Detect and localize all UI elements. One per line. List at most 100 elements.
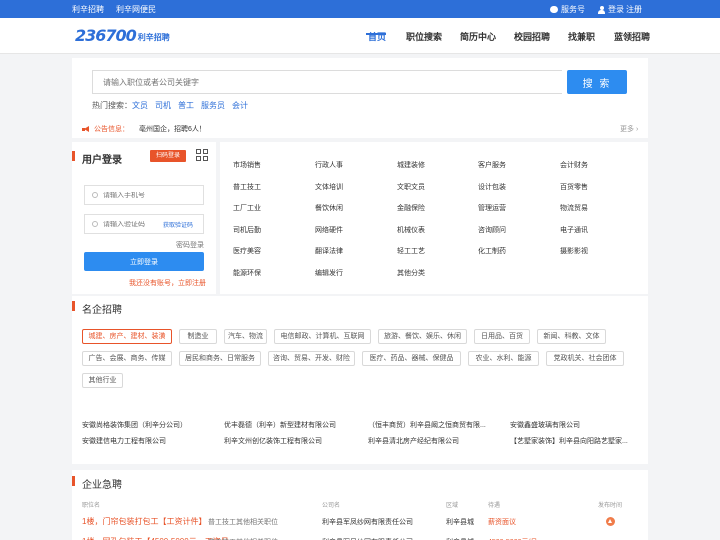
category-item[interactable]: 文体培训	[315, 182, 343, 192]
category-item[interactable]: 管理运营	[478, 203, 506, 213]
logo-text: 利辛招聘	[137, 33, 170, 42]
hot-keyword[interactable]: 会计	[232, 100, 248, 111]
category-item[interactable]: 会计财务	[560, 160, 588, 170]
hot-keyword[interactable]: 司机	[155, 100, 171, 111]
notice-text[interactable]: 亳州国企，招聘6人！	[139, 124, 206, 134]
hot-keyword[interactable]: 普工	[178, 100, 194, 111]
category-item[interactable]: 工厂工业	[233, 203, 261, 213]
nav-active-underline	[366, 33, 386, 35]
category-item[interactable]: 其他分类	[397, 268, 425, 278]
category-item[interactable]: 行政人事	[315, 160, 343, 170]
nav-home[interactable]: 首页	[368, 30, 386, 43]
search-input[interactable]	[92, 70, 562, 94]
phone-field[interactable]	[84, 185, 204, 205]
company-link[interactable]: 【艺墅家装饰】利辛县向阳路艺墅家...	[510, 436, 628, 446]
category-item[interactable]: 司机后勤	[233, 225, 261, 235]
industry-tag[interactable]: 旅游、餐饮、娱乐、休闲	[378, 329, 467, 344]
category-item[interactable]: 化工制药	[478, 246, 506, 256]
scan-login-button[interactable]: 扫码登录	[150, 150, 186, 162]
industry-tag[interactable]: 其他行业	[82, 373, 123, 388]
category-item[interactable]: 文职文员	[397, 182, 425, 192]
industry-tag[interactable]: 广告、会展、商务、传媒	[82, 351, 172, 366]
category-item[interactable]: 金融保险	[397, 203, 425, 213]
category-item[interactable]: 物流贸易	[560, 203, 588, 213]
service-account-link[interactable]: 服务号	[550, 4, 585, 15]
category-item[interactable]: 普工技工	[233, 182, 261, 192]
industry-tag[interactable]: 电信邮政、计算机、互联网	[274, 329, 371, 344]
login-label: 登录	[608, 5, 624, 14]
category-item[interactable]: 电子通讯	[560, 225, 588, 235]
industry-tag[interactable]: 城建、房产、建材、装潢	[82, 329, 172, 344]
category-item[interactable]: 百货零售	[560, 182, 588, 192]
speaker-icon	[82, 125, 90, 133]
category-item[interactable]: 咨询顾问	[478, 225, 506, 235]
column-header-area: 区域	[446, 503, 459, 509]
section-marker	[72, 151, 75, 161]
category-item[interactable]: 餐饮休闲	[315, 203, 343, 213]
password-login-link[interactable]: 密码登录	[176, 240, 204, 250]
qrcode-icon[interactable]	[196, 149, 208, 161]
company-link[interactable]: 优丰磊德（利辛）新型建材有限公司	[224, 420, 336, 430]
phone-input[interactable]	[103, 191, 163, 199]
topbar-link-lixin-jobs[interactable]: 利辛招聘	[72, 4, 104, 15]
login-title: 用户登录	[82, 155, 122, 166]
category-item[interactable]: 轻工工艺	[397, 246, 425, 256]
nav-job-search[interactable]: 职位搜索	[406, 30, 442, 43]
urgent-jobs-card	[72, 470, 648, 540]
topbar-link-lixin-service[interactable]: 利辛网便民	[116, 4, 156, 15]
nav-campus[interactable]: 校园招聘	[514, 30, 550, 43]
category-item[interactable]: 市场销售	[233, 160, 261, 170]
category-item[interactable]: 设计包装	[478, 182, 506, 192]
industry-tag[interactable]: 日用品、百货	[474, 329, 530, 344]
category-item[interactable]: 翻译法律	[315, 246, 343, 256]
industry-tag[interactable]: 医疗、药品、器械、保健品	[362, 351, 461, 366]
industry-tag[interactable]: 咨询、贸易、开发、财险	[268, 351, 355, 366]
section-marker	[72, 476, 75, 486]
company-link[interactable]: 安徽尚格装饰集团（利辛分公司）	[82, 420, 187, 430]
register-link[interactable]: 注册	[626, 4, 642, 15]
company-name-link[interactable]: 利辛县军凤纱网有限责任公司	[322, 517, 413, 527]
company-link[interactable]: 安徽鑫盛玻璃有限公司	[510, 420, 580, 430]
logo-number: 236700	[75, 26, 137, 45]
column-header-company: 公司名	[322, 503, 341, 509]
hot-keyword[interactable]: 文员	[132, 100, 148, 111]
category-item[interactable]: 编辑发行	[315, 268, 343, 278]
nav-part-time[interactable]: 找兼职	[568, 30, 595, 43]
notice-more-link[interactable]: 更多 ›	[620, 124, 638, 134]
top-bar: 利辛招聘 利辛网便民 服务号 登录 注册	[0, 0, 720, 18]
job-title-link[interactable]: 1楼，门帘包装打包工【工资计件】	[82, 516, 206, 527]
login-link[interactable]: 登录	[598, 4, 624, 15]
section-marker	[72, 301, 75, 311]
industry-tag[interactable]: 新闻、科教、文体	[537, 329, 606, 344]
category-item[interactable]: 机械仪表	[397, 225, 425, 235]
industry-tag[interactable]: 农业、水利、能源	[468, 351, 539, 366]
industry-tag[interactable]: 汽车、物流	[224, 329, 267, 344]
nav-blue-collar[interactable]: 蓝领招聘	[614, 30, 650, 43]
industry-tag[interactable]: 制造业	[179, 329, 217, 344]
company-link[interactable]: 安徽建信电力工程有限公司	[82, 436, 166, 446]
category-item[interactable]: 网络硬件	[315, 225, 343, 235]
code-field[interactable]: 获取验证码	[84, 214, 204, 234]
company-link[interactable]: 利辛文州创亿装饰工程有限公司	[224, 436, 322, 446]
category-item[interactable]: 城建装修	[397, 160, 425, 170]
industry-tag[interactable]: 居民和商务、日常服务	[179, 351, 261, 366]
industry-tag[interactable]: 党政机关、社会团体	[546, 351, 624, 366]
category-item[interactable]: 摄影影视	[560, 246, 588, 256]
hot-keyword[interactable]: 服务员	[201, 100, 225, 111]
famous-title: 名企招聘	[82, 305, 122, 316]
hot-search: 热门搜索： 文员 司机 普工 服务员 会计	[92, 100, 248, 111]
service-account-label: 服务号	[561, 5, 585, 14]
code-input[interactable]	[103, 220, 163, 228]
job-salary: 薪资面议	[488, 519, 516, 526]
nav-resume-center[interactable]: 简历中心	[460, 30, 496, 43]
register-hint-link[interactable]: 我还没有账号，立即注册	[129, 278, 206, 288]
category-item[interactable]: 客户服务	[478, 160, 506, 170]
category-item[interactable]: 医疗美容	[233, 246, 261, 256]
site-logo[interactable]: 236700 利辛招聘	[75, 26, 170, 45]
company-link[interactable]: 利辛县清北房产经纪有限公司	[368, 436, 459, 446]
get-code-button[interactable]: 获取验证码	[163, 220, 193, 229]
search-button[interactable]: 搜 索	[567, 70, 627, 94]
login-submit-button[interactable]: 立即登录	[84, 252, 204, 271]
company-link[interactable]: （恒丰商贸）利辛县阚之恒商贸有限...	[368, 420, 486, 430]
category-item[interactable]: 能源环保	[233, 268, 261, 278]
